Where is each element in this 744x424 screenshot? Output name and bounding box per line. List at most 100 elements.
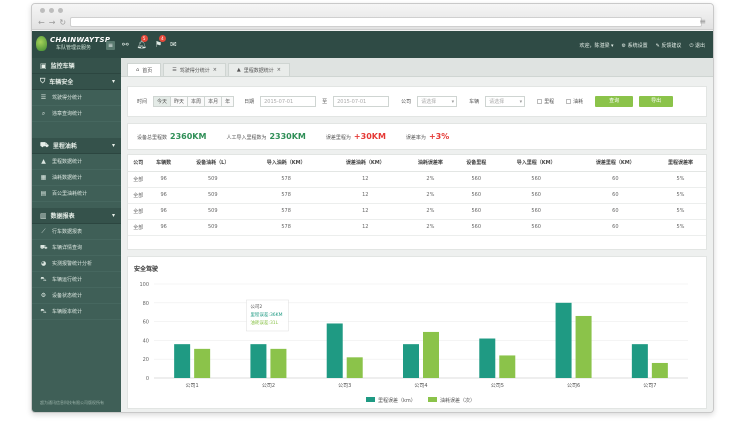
range-week[interactable]: 本周: [188, 97, 206, 106]
tab-mileage-stats[interactable]: ▲ 里程数据统计 ×: [227, 63, 290, 76]
column-header[interactable]: 设备里程: [455, 155, 497, 172]
sidebar-item-fuel-stats[interactable]: ▦ 油耗数据统计: [32, 170, 121, 186]
checkbox-box[interactable]: [566, 99, 572, 104]
bar[interactable]: [423, 331, 439, 378]
user-menu: 欢迎，陈湛梁 ▾ ⚙ 系统设置 ✎ 反馈建议 ⏻ 退出: [579, 42, 705, 49]
link-icon[interactable]: ⚯: [122, 40, 129, 49]
bar[interactable]: [479, 338, 496, 378]
bar[interactable]: [194, 348, 211, 378]
x-tick-label: 公司5: [491, 383, 504, 389]
mail-icon[interactable]: ✉: [170, 40, 177, 49]
forward-arrow-icon[interactable]: →: [49, 18, 56, 27]
tab-driving-score[interactable]: ☰ 驾驶得分统计 ×: [163, 63, 226, 76]
table-row[interactable]: 全部 96 509 578 12 2% 560 560 60 5%: [128, 187, 706, 204]
table-row[interactable]: 全部 96 509 578 12 2% 560 560 60 5%: [128, 171, 706, 188]
bar[interactable]: [651, 362, 668, 378]
tab-home[interactable]: ⌂ 首页: [127, 63, 162, 76]
road-icon: ▲: [41, 158, 46, 165]
company-select[interactable]: 请选择: [417, 96, 458, 107]
alert-icon[interactable]: ⚑ 4: [155, 35, 166, 49]
brand-logo[interactable]: CHAINWAYTSP 车队管理云服务: [36, 36, 110, 51]
checkbox-box[interactable]: [537, 99, 543, 104]
sidebar-item-vehicle-version[interactable]: ⛍ 车辆版本统计: [32, 304, 121, 320]
welcome-user[interactable]: 欢迎，陈湛梁 ▾: [579, 42, 613, 49]
close-icon[interactable]: ×: [213, 67, 217, 73]
legend-label[interactable]: 油耗误差（次）: [440, 397, 475, 404]
sidebar-group-mileage[interactable]: ⛟ 里程油耗 ▾: [32, 138, 121, 154]
table-cell: 5%: [654, 219, 706, 236]
range-yesterday[interactable]: 昨天: [171, 97, 189, 106]
bar[interactable]: [499, 355, 516, 378]
close-icon[interactable]: ×: [277, 67, 281, 73]
sidebar-group-reports[interactable]: ▥ 数据报表 ▾: [32, 208, 121, 224]
column-header[interactable]: 误差里程（KM）: [575, 155, 655, 172]
legend-swatch[interactable]: [428, 397, 437, 402]
address-bar[interactable]: [70, 17, 702, 27]
y-tick-label: 0: [146, 376, 149, 382]
export-button[interactable]: 导出: [639, 96, 674, 107]
column-header[interactable]: 导入里程（KM）: [496, 155, 576, 172]
sidebar-item-vehicle-detail[interactable]: ⛟ 车辆详情查询: [32, 240, 121, 256]
feedback-link[interactable]: ✎ 反馈建议: [656, 42, 682, 49]
chart-title: 安全驾驶: [134, 266, 159, 273]
date-from-input[interactable]: 2015-07-01: [260, 96, 317, 107]
legend-swatch[interactable]: [366, 397, 375, 402]
sidebar-item-device-status[interactable]: ⚙ 设备状态统计: [32, 288, 121, 304]
sidebar-item-mileage-stats[interactable]: ▲ 里程数据统计: [32, 154, 121, 170]
logout-link[interactable]: ⏻ 退出: [689, 42, 705, 49]
vehicle-select[interactable]: 请选择: [485, 96, 526, 107]
back-arrow-icon[interactable]: ←: [38, 18, 45, 27]
bar[interactable]: [270, 348, 287, 378]
date-to-input[interactable]: 2015-07-01: [333, 96, 390, 107]
range-month[interactable]: 本月: [205, 97, 223, 106]
table-cell: 12: [325, 219, 405, 236]
sidebar-toggle-button[interactable]: ≡: [106, 41, 115, 50]
reload-icon[interactable]: ↻: [59, 18, 66, 27]
table-row[interactable]: 全部 96 509 578 12 2% 560 560 60 5%: [128, 219, 706, 236]
browser-menu-icon[interactable]: ≡: [699, 17, 706, 26]
window-dot[interactable]: [49, 8, 54, 13]
sidebar-group-monitor[interactable]: ▣ 监控车辆: [32, 58, 121, 74]
bar[interactable]: [326, 323, 343, 378]
sidebar-item-driving-report[interactable]: ⟋ 行车数据报表: [32, 224, 121, 240]
search-button[interactable]: 查询: [595, 96, 634, 107]
table-cell: 96: [148, 203, 179, 220]
table-row[interactable]: 全部 96 509 578 12 2% 560 560 60 5%: [128, 203, 706, 220]
window-dot[interactable]: [58, 8, 63, 13]
alert-badge: 4: [158, 35, 166, 42]
column-header[interactable]: 公司: [128, 155, 149, 172]
sidebar-item-violation[interactable]: ⌕ 违章查询统计: [32, 106, 121, 122]
table-cell: 560: [455, 219, 497, 236]
legend-label[interactable]: 里程误差（km）: [378, 397, 416, 404]
column-header[interactable]: 设备油耗（L）: [178, 155, 247, 172]
fuel-checkbox[interactable]: 油耗: [566, 98, 583, 105]
map-icon: ▣: [40, 61, 47, 70]
bar[interactable]: [346, 357, 363, 378]
column-header[interactable]: 里程误差率: [654, 155, 706, 172]
x-tick-label: 公司4: [414, 383, 427, 389]
column-header[interactable]: 误差油耗（KM）: [325, 155, 405, 172]
sidebar-item-vehicle-running[interactable]: ⛍ 车辆运行统计: [32, 272, 121, 288]
range-year[interactable]: 年: [222, 97, 234, 106]
range-today[interactable]: 今天: [154, 97, 172, 106]
bar[interactable]: [250, 344, 267, 378]
summary-imported-mileage: 人工导入里程数为 2330KM: [226, 132, 306, 141]
sidebar-group-safety[interactable]: ⛉ 车辆安全 ▾: [32, 74, 121, 90]
bell-icon[interactable]: 🔔︎ 5: [137, 35, 148, 49]
column-header[interactable]: 油耗误差率: [404, 155, 456, 172]
bar[interactable]: [631, 344, 648, 378]
sidebar-item-alarm-analysis[interactable]: ◕ 实测报警统计分析: [32, 256, 121, 272]
sidebar-item-fuel-per-100km[interactable]: ▤ 百公里油耗统计: [32, 186, 121, 202]
column-header[interactable]: 导入油耗（KM）: [246, 155, 326, 172]
mileage-checkbox[interactable]: 里程: [537, 98, 554, 105]
bar[interactable]: [403, 344, 419, 378]
bar[interactable]: [555, 302, 572, 378]
window-dot[interactable]: [40, 8, 45, 13]
bar[interactable]: [575, 315, 592, 378]
sidebar-item-driving-score[interactable]: ☰ 驾驶得分统计: [32, 90, 121, 106]
column-header[interactable]: 车辆数: [148, 155, 179, 172]
bar[interactable]: [174, 344, 191, 378]
tooltip-line: 油耗误差:31L: [250, 319, 278, 326]
settings-link[interactable]: ⚙ 系统设置: [622, 42, 648, 49]
x-tick-label: 公司2: [262, 383, 275, 389]
